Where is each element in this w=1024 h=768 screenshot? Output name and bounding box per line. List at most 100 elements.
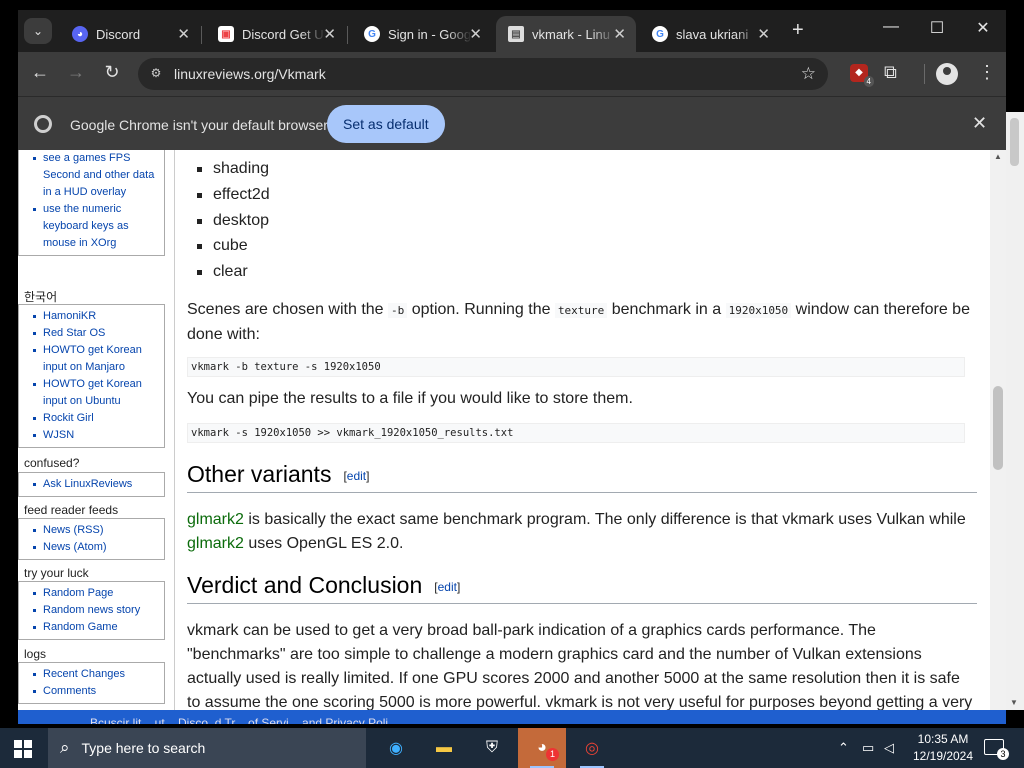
sidebar-link[interactable]: WJSN [29, 427, 160, 444]
clock-date: 12/19/2024 [912, 749, 974, 763]
code-block[interactable]: vkmark -b texture -s 1920x1050 [187, 357, 965, 377]
sidebar-link[interactable]: News (RSS) [29, 522, 160, 539]
chrome-taskbar-icon[interactable]: ◎ [568, 728, 616, 768]
edge-icon[interactable]: ◉ [372, 728, 420, 768]
chevron-up-icon[interactable]: ⌃ [838, 740, 849, 756]
sidebar-link[interactable]: see a games FPS Second and other data in… [29, 150, 160, 201]
clock-time: 10:35 AM [917, 732, 969, 746]
sidebar-link[interactable]: Rockit Girl [29, 410, 160, 427]
sidebar-link[interactable]: HOWTO get Korean input on Ubuntu [29, 376, 160, 410]
system-clock[interactable]: 10:35 AM 12/19/2024 [908, 731, 978, 765]
reload-button[interactable]: ↻ [100, 62, 124, 83]
sidebar-box: see a games FPS Second and other data in… [18, 150, 165, 256]
tab-discord-get[interactable]: ▣ Discord Get U ✕ [206, 16, 346, 52]
tab-title: Discord [96, 26, 141, 42]
notification-count: 3 [997, 748, 1009, 760]
web-page: see a games FPS Second and other data in… [18, 150, 1006, 724]
paragraph-scenes: Scenes are chosen with the -b option. Ru… [187, 301, 970, 343]
paragraph-verdict: vkmark can be used to get a very broad b… [187, 622, 973, 724]
chrome-logo-icon [34, 115, 52, 133]
tab-sign-in[interactable]: G Sign in - Goog ✕ [352, 16, 492, 52]
sidebar-link[interactable]: Random Game [29, 619, 160, 636]
tab-slava[interactable]: G slava ukriani ✕ [640, 16, 780, 52]
edit-link[interactable]: [edit] [434, 580, 460, 594]
discord-taskbar-icon[interactable]: ◕ 1 [518, 728, 566, 768]
close-icon[interactable]: ✕ [323, 25, 336, 43]
tab-discord[interactable]: ◕ Discord ✕ [60, 16, 200, 52]
extensions-puzzle-icon[interactable]: ⧉ [884, 62, 897, 83]
sidebar-heading: feed reader feeds [24, 503, 119, 517]
infobar-message: Google Chrome isn't your default browser [70, 117, 328, 133]
volume-muted-icon[interactable]: ◁ [884, 740, 894, 756]
sidebar-link[interactable]: Recent Changes [29, 666, 160, 683]
glmark2-link[interactable]: glmark2 [187, 511, 244, 528]
security-shield-icon[interactable]: ⛨ [468, 728, 516, 768]
tab-title: Discord Get U [242, 26, 324, 42]
windows-start-icon[interactable] [14, 740, 32, 758]
heading-verdict: Verdict and Conclusion [edit] [187, 572, 977, 604]
list-item: shading [197, 156, 270, 182]
outer-scrollbar[interactable]: ▼ [1006, 112, 1024, 710]
background-window-strip: Bcuscir lit ...ut... Disco..d Tr... of S… [18, 710, 1006, 724]
close-icon[interactable]: ✕ [757, 25, 770, 43]
close-window-button[interactable]: ✕ [968, 18, 998, 38]
tab-title: Sign in - Goog [388, 26, 472, 42]
list-item: desktop [197, 208, 270, 234]
new-tab-button[interactable]: + [792, 19, 804, 42]
minimize-button[interactable]: — [876, 18, 906, 36]
url-text[interactable]: linuxreviews.org/Vkmark [174, 66, 326, 82]
close-icon[interactable]: ✕ [469, 25, 482, 43]
sidebar-link[interactable]: use the numeric keyboard keys as mouse i… [29, 201, 160, 252]
forward-button[interactable]: → [64, 62, 88, 83]
scroll-up-icon[interactable]: ▲ [994, 152, 1002, 161]
sidebar-heading: logs [24, 647, 47, 661]
scrollbar-thumb[interactable] [993, 386, 1003, 470]
bookmark-star-icon[interactable]: ☆ [801, 64, 816, 84]
tab-search-button[interactable]: ⌄ [24, 18, 52, 44]
sidebar-link[interactable]: Random news story [29, 602, 160, 619]
taskbar-search-box[interactable]: ⌕ Type here to search [48, 728, 366, 768]
sidebar-box: Recent Changes Comments [18, 662, 165, 704]
close-icon[interactable]: ✕ [177, 25, 190, 43]
maximize-button[interactable]: ☐ [922, 18, 952, 38]
file-explorer-icon[interactable]: ▬ [420, 728, 468, 768]
paragraph-glmark: glmark2 is basically the exact same benc… [187, 511, 966, 552]
site-info-icon[interactable]: ⚙ [148, 66, 164, 82]
extension-badge: 4 [863, 76, 874, 87]
close-icon[interactable]: ✕ [972, 113, 987, 134]
close-icon[interactable]: ✕ [613, 25, 626, 43]
glmark2-link[interactable]: glmark2 [187, 535, 244, 552]
network-icon[interactable]: ▭ [862, 740, 874, 756]
code-block[interactable]: vkmark -s 1920x1050 >> vkmark_1920x1050_… [187, 423, 965, 443]
set-as-default-button[interactable]: Set as default [327, 105, 445, 143]
sidebar-link[interactable]: HamoniKR [29, 308, 160, 325]
sidebar-box: HamoniKR Red Star OS HOWTO get Korean in… [18, 304, 165, 448]
taskbar: ⌕ Type here to search ◉ ▬ ⛨ ◕ 1 ◎ ⌃ ▭ ◁ 1… [0, 728, 1024, 768]
page-scrollbar[interactable]: ▲ ▼ [990, 150, 1006, 724]
sidebar-box: Ask LinuxReviews [18, 472, 165, 497]
wiki-sidebar: see a games FPS Second and other data in… [18, 150, 168, 724]
linuxreviews-icon: ▤ [508, 26, 524, 42]
sidebar-link[interactable]: Comments [29, 683, 160, 700]
sidebar-heading: 한국어 [24, 290, 58, 304]
google-icon: G [652, 26, 668, 42]
menu-kebab-icon[interactable]: ⋮ [978, 62, 996, 83]
tab-vkmark[interactable]: ▤ vkmark - Linu ✕ [496, 16, 636, 52]
discord-icon: ◕ [72, 26, 88, 42]
address-bar[interactable]: ⚙ linuxreviews.org/Vkmark ☆ [138, 58, 828, 90]
scroll-down-icon[interactable]: ▼ [1010, 698, 1018, 707]
extension-shield-icon[interactable]: ◆ 4 [850, 64, 874, 87]
sidebar-link[interactable]: Red Star OS [29, 325, 160, 342]
sidebar-link[interactable]: HOWTO get Korean input on Manjaro [29, 342, 160, 376]
inline-code: texture [554, 303, 608, 318]
back-button[interactable]: ← [28, 62, 52, 83]
edit-link[interactable]: [edit] [343, 469, 369, 483]
inline-code: 1920x1050 [725, 303, 792, 318]
sidebar-link[interactable]: News (Atom) [29, 539, 160, 556]
discord-badge: 1 [546, 748, 559, 761]
sidebar-link[interactable]: Random Page [29, 585, 160, 602]
scrollbar-thumb[interactable] [1010, 118, 1019, 166]
sidebar-link[interactable]: Ask LinuxReviews [29, 476, 160, 493]
notifications-icon[interactable]: 3 [984, 739, 1009, 760]
profile-avatar[interactable] [936, 63, 958, 85]
